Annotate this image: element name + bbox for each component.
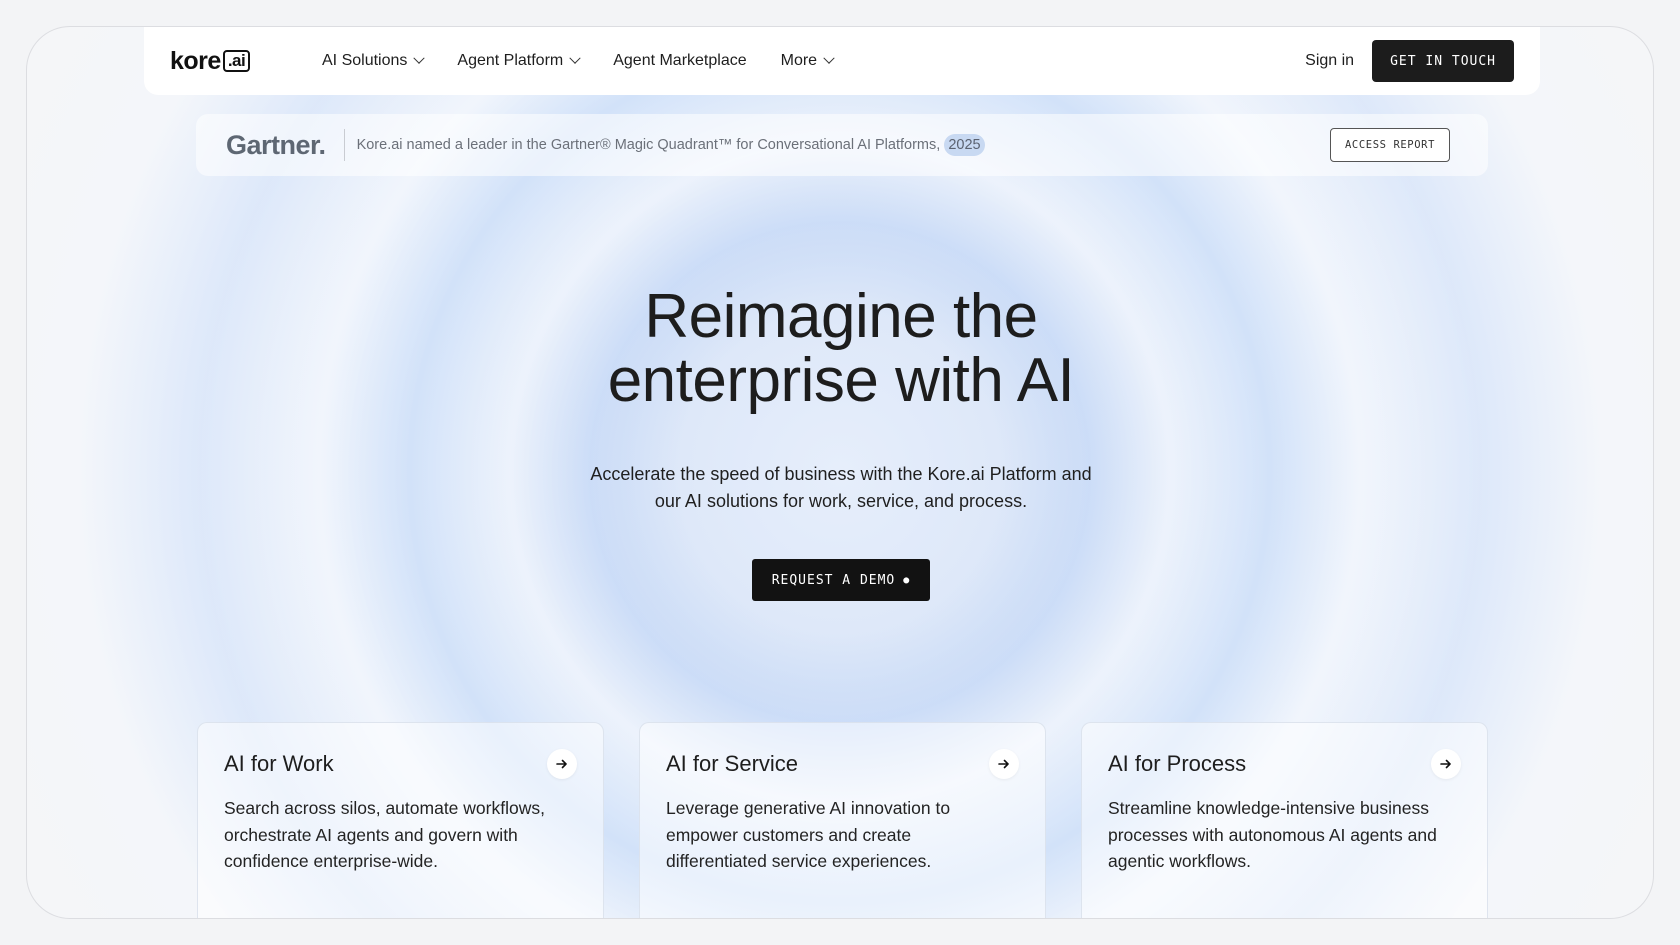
- chevron-down-icon: [569, 52, 581, 64]
- nav-more[interactable]: More: [780, 52, 835, 70]
- card-description: Leverage generative AI innovation to emp…: [666, 798, 951, 871]
- card-title: AI for Work: [224, 751, 334, 776]
- card-ai-for-service[interactable]: AI for Service Leverage generative AI in…: [639, 722, 1046, 918]
- request-demo-button[interactable]: REQUEST A DEMO ●: [751, 559, 931, 601]
- banner-year-badge: 2025: [944, 134, 985, 156]
- page-frame: kore .ai AI Solutions Agent Platform Age…: [26, 26, 1654, 919]
- logo-text: kore: [170, 46, 221, 75]
- chevron-down-icon: [413, 52, 426, 64]
- chevron-down-icon: [823, 52, 835, 64]
- access-report-button[interactable]: ACCESS REPORT: [1330, 128, 1450, 162]
- arrow-right-icon[interactable]: [989, 749, 1019, 779]
- hero-section: Reimagine the enterprise with AI Acceler…: [27, 282, 1653, 601]
- arrow-right-icon[interactable]: [547, 749, 577, 779]
- hero-title: Reimagine the enterprise with AI: [27, 282, 1653, 415]
- logo-ai-box: .ai: [222, 50, 251, 72]
- hero-title-line2: enterprise with AI: [607, 346, 1075, 415]
- nav-more-label: More: [780, 52, 818, 69]
- banner-message: Kore.ai named a leader in the Gartner® M…: [356, 134, 985, 156]
- solution-cards: AI for Work Search across silos, automat…: [197, 722, 1488, 918]
- card-description: Search across silos, automate workflows,…: [224, 798, 545, 871]
- gartner-banner: Gartner. Kore.ai named a leader in the G…: [196, 114, 1488, 176]
- nav-right: Sign in GET IN TOUCH: [1305, 40, 1514, 82]
- request-demo-label: REQUEST A DEMO: [771, 572, 896, 588]
- hero-subtitle: Accelerate the speed of business with th…: [590, 464, 1092, 511]
- sign-in-link[interactable]: Sign in: [1305, 52, 1354, 70]
- nav-ai-solutions-label: AI Solutions: [322, 52, 408, 69]
- nav-agent-marketplace-label: Agent Marketplace: [613, 52, 747, 69]
- arrow-right-icon[interactable]: [1431, 749, 1461, 779]
- nav-agent-marketplace[interactable]: Agent Marketplace: [613, 52, 746, 70]
- top-navbar: kore .ai AI Solutions Agent Platform Age…: [144, 27, 1540, 95]
- card-title: AI for Process: [1108, 751, 1247, 776]
- nav-agent-platform[interactable]: Agent Platform: [457, 52, 581, 70]
- nav-ai-solutions[interactable]: AI Solutions: [322, 52, 426, 70]
- kore-ai-logo[interactable]: kore .ai: [170, 47, 322, 76]
- card-description: Streamline knowledge-intensive business …: [1108, 798, 1437, 871]
- card-title: AI for Service: [666, 751, 799, 776]
- banner-text: Kore.ai named a leader in the Gartner® M…: [356, 137, 941, 153]
- card-ai-for-work[interactable]: AI for Work Search across silos, automat…: [197, 722, 604, 918]
- get-in-touch-button[interactable]: GET IN TOUCH: [1372, 40, 1514, 82]
- dot-icon: ●: [903, 574, 911, 586]
- nav-agent-platform-label: Agent Platform: [457, 52, 564, 69]
- hero-title-line1: Reimagine the: [644, 282, 1038, 351]
- gartner-logo-text: Gartner: [226, 129, 319, 160]
- gartner-logo: Gartner.: [226, 129, 326, 160]
- banner-divider: [343, 129, 345, 161]
- main-nav: AI Solutions Agent Platform Agent Market…: [322, 52, 835, 70]
- card-ai-for-process[interactable]: AI for Process Streamline knowledge-inte…: [1081, 722, 1488, 918]
